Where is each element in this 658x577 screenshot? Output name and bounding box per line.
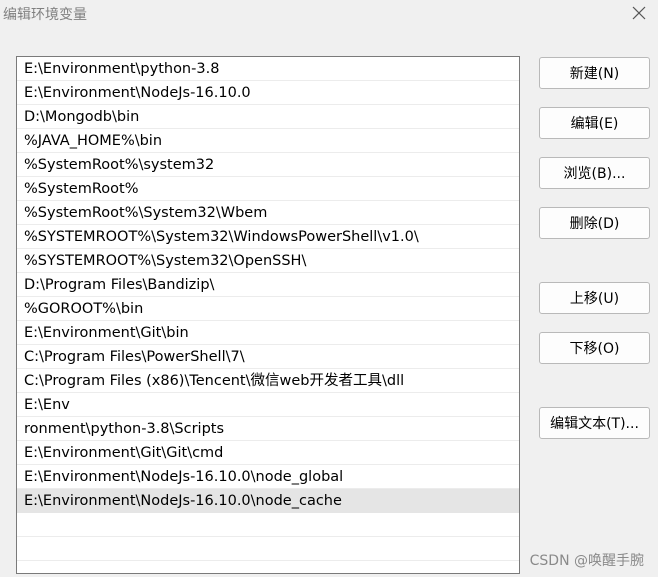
list-item[interactable]: E:\Environment\python-3.8: [17, 57, 519, 81]
delete-button[interactable]: 删除(D): [539, 207, 650, 239]
list-item[interactable]: %GOROOT%\bin: [17, 297, 519, 321]
empty-row[interactable]: [17, 513, 519, 537]
list-item[interactable]: E:\Env: [17, 393, 519, 417]
list-item[interactable]: E:\Environment\NodeJs-16.10.0\node_cache: [17, 489, 519, 513]
move-up-button[interactable]: 上移(U): [539, 282, 650, 314]
list-item[interactable]: %JAVA_HOME%\bin: [17, 129, 519, 153]
list-item[interactable]: ronment\python-3.8\Scripts: [17, 417, 519, 441]
list-item[interactable]: %SYSTEMROOT%\System32\OpenSSH\: [17, 249, 519, 273]
list-item[interactable]: C:\Program Files\PowerShell\7\: [17, 345, 519, 369]
new-button[interactable]: 新建(N): [539, 57, 650, 89]
watermark: CSDN @唤醒手腕: [529, 553, 644, 569]
close-icon: [632, 6, 646, 20]
window-title: 编辑环境变量: [3, 7, 87, 23]
title-bar: 编辑环境变量: [0, 0, 658, 30]
close-button[interactable]: [626, 2, 652, 24]
path-list[interactable]: E:\Environment\python-3.8 E:\Environment…: [16, 56, 520, 574]
list-item[interactable]: D:\Mongodb\bin: [17, 105, 519, 129]
edit-button[interactable]: 编辑(E): [539, 107, 650, 139]
list-item[interactable]: E:\Environment\Git\bin: [17, 321, 519, 345]
list-item[interactable]: E:\Environment\NodeJs-16.10.0: [17, 81, 519, 105]
list-item[interactable]: E:\Environment\NodeJs-16.10.0\node_globa…: [17, 465, 519, 489]
move-down-button[interactable]: 下移(O): [539, 332, 650, 364]
browse-button[interactable]: 浏览(B)...: [539, 157, 650, 189]
list-item[interactable]: %SYSTEMROOT%\System32\WindowsPowerShell\…: [17, 225, 519, 249]
list-item[interactable]: %SystemRoot%: [17, 177, 519, 201]
list-item[interactable]: E:\Environment\Git\Git\cmd: [17, 441, 519, 465]
edit-text-button[interactable]: 编辑文本(T)...: [539, 407, 650, 439]
list-item[interactable]: %SystemRoot%\System32\Wbem: [17, 201, 519, 225]
list-item[interactable]: C:\Program Files (x86)\Tencent\微信web开发者工…: [17, 369, 519, 393]
list-item[interactable]: D:\Program Files\Bandizip\: [17, 273, 519, 297]
list-item[interactable]: %SystemRoot%\system32: [17, 153, 519, 177]
empty-row[interactable]: [17, 537, 519, 561]
